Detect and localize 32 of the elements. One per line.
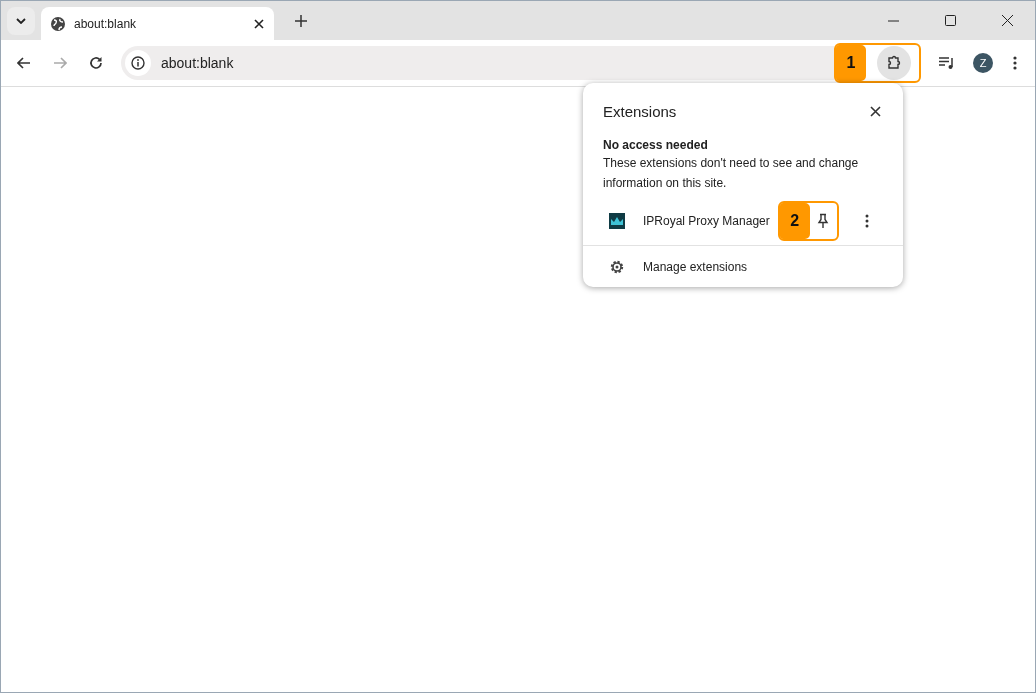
pin-button[interactable] bbox=[817, 213, 830, 229]
maximize-icon[interactable] bbox=[945, 15, 956, 26]
more-options-icon[interactable] bbox=[864, 214, 869, 228]
close-icon[interactable] bbox=[254, 18, 264, 29]
extension-name[interactable]: IPRoyal Proxy Manager bbox=[643, 214, 770, 228]
popup-title: Extensions bbox=[603, 103, 677, 120]
more-options-icon[interactable] bbox=[1013, 56, 1017, 70]
callout-badge: 2 bbox=[779, 203, 810, 239]
globe-icon bbox=[50, 15, 66, 32]
manage-extensions-link[interactable]: Manage extensions bbox=[643, 260, 748, 274]
puzzle-piece-icon bbox=[886, 55, 902, 71]
tab-search-button[interactable] bbox=[7, 6, 35, 35]
gear-icon bbox=[609, 259, 625, 275]
address-bar[interactable]: about:blank bbox=[121, 46, 834, 80]
close-icon[interactable] bbox=[1002, 15, 1013, 26]
info-icon[interactable] bbox=[125, 50, 151, 76]
section-description: These extensions don't need to see and change information on this site. bbox=[603, 155, 860, 192]
new-tab-icon[interactable] bbox=[295, 14, 307, 27]
tab-title: about:blank bbox=[74, 16, 138, 31]
extensions-button[interactable] bbox=[877, 46, 911, 80]
url-text: about:blank bbox=[161, 55, 234, 71]
pin-icon bbox=[817, 213, 830, 229]
section-heading: No access needed bbox=[603, 138, 709, 152]
browser-tab[interactable]: about:blank bbox=[41, 7, 274, 40]
callout-badge: 1 bbox=[836, 45, 866, 81]
profile-avatar[interactable]: Z bbox=[973, 53, 993, 73]
back-arrow-icon[interactable] bbox=[17, 57, 31, 69]
crown-logo-icon bbox=[609, 213, 625, 229]
reload-icon[interactable] bbox=[89, 56, 103, 70]
close-icon[interactable] bbox=[870, 106, 881, 117]
media-queue-icon[interactable] bbox=[939, 57, 955, 69]
chevron-down-icon bbox=[16, 17, 26, 24]
